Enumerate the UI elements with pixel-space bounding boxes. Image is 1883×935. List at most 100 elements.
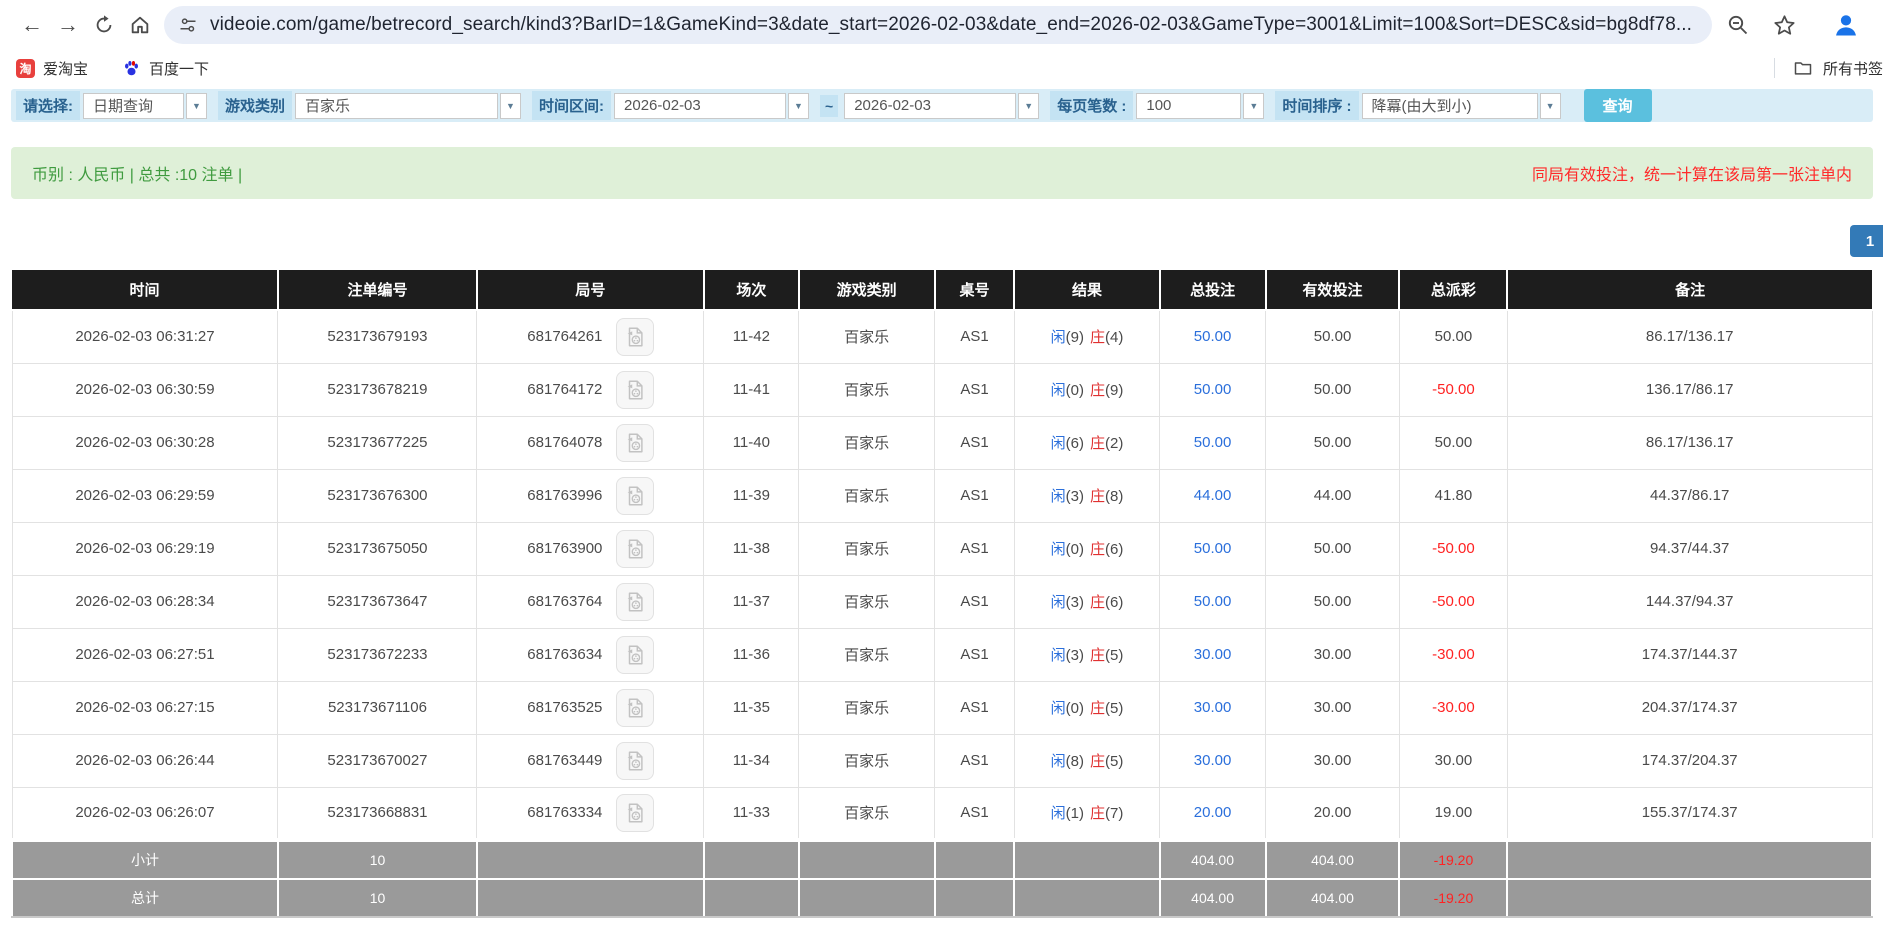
cell-game-type: 百家乐 — [799, 416, 935, 469]
date-start-dropdown-arrow[interactable]: ▼ — [788, 93, 809, 119]
bookmark-label: 爱淘宝 — [43, 58, 88, 79]
forward-icon[interactable]: → — [50, 7, 86, 43]
reload-icon[interactable] — [86, 7, 122, 43]
result-player-score: (0) — [1066, 382, 1084, 399]
cell-table-no: AS1 — [935, 416, 1015, 469]
video-record-button[interactable] — [616, 583, 654, 621]
video-record-button[interactable] — [616, 636, 654, 674]
bookmark-star-icon[interactable] — [1772, 13, 1797, 38]
result-banker-score: (8) — [1105, 488, 1123, 505]
cell-bet-id: 523173670027 — [278, 734, 477, 787]
total-bet-link[interactable]: 50.00 — [1194, 328, 1232, 345]
cell-result: 闲(0)庄(6) — [1014, 522, 1159, 575]
total-bet-link[interactable]: 50.00 — [1194, 593, 1232, 610]
total-bet-link[interactable]: 20.00 — [1194, 804, 1232, 821]
select-mode-field[interactable]: 日期查询 — [83, 93, 184, 119]
result-banker: 庄 — [1090, 700, 1105, 717]
video-record-button[interactable] — [616, 424, 654, 462]
video-record-button[interactable] — [616, 742, 654, 780]
cell-session: 11-36 — [704, 628, 799, 681]
table-row: 2026-02-03 06:26:07 523173668831 6817633… — [12, 787, 1872, 840]
video-record-button[interactable] — [616, 530, 654, 568]
result-banker-score: (6) — [1105, 594, 1123, 611]
cell-table-no: AS1 — [935, 363, 1015, 416]
total-bet-link[interactable]: 50.00 — [1194, 381, 1232, 398]
total-bet-link[interactable]: 44.00 — [1194, 487, 1232, 504]
cell-round-id: 681763525 — [477, 681, 704, 734]
result-player: 闲 — [1051, 594, 1066, 611]
video-record-button[interactable] — [616, 477, 654, 515]
total-bet-link[interactable]: 50.00 — [1194, 434, 1232, 451]
table-row: 2026-02-03 06:31:27 523173679193 6817642… — [12, 310, 1872, 363]
cell-game-type: 百家乐 — [799, 363, 935, 416]
video-record-button[interactable] — [616, 689, 654, 727]
cell-session: 11-33 — [704, 787, 799, 840]
header-total-bet: 总投注 — [1160, 270, 1266, 310]
cell-total-bet: 50.00 — [1160, 416, 1266, 469]
total-bet-link[interactable]: 30.00 — [1194, 752, 1232, 769]
bookmark-baidu[interactable]: 百度一下 — [122, 58, 209, 79]
profile-avatar[interactable] — [1831, 10, 1861, 40]
cell-remark: 94.37/44.37 — [1507, 522, 1872, 575]
sort-field[interactable]: 降冪(由大到小) — [1362, 93, 1538, 119]
cell-session: 11-42 — [704, 310, 799, 363]
total-bet-link[interactable]: 50.00 — [1194, 540, 1232, 557]
total-bet-link[interactable]: 30.00 — [1194, 699, 1232, 716]
game-type-dropdown-arrow[interactable]: ▼ — [500, 93, 521, 119]
cell-table-no: AS1 — [935, 575, 1015, 628]
zoom-icon[interactable] — [1726, 13, 1750, 37]
page-1-button[interactable]: 1 — [1850, 225, 1883, 257]
video-record-button[interactable] — [616, 318, 654, 356]
cell-bet-id: 523173668831 — [278, 787, 477, 840]
cell-time: 2026-02-03 06:27:15 — [12, 681, 278, 734]
folder-icon — [1793, 58, 1813, 78]
cell-time: 2026-02-03 06:26:07 — [12, 787, 278, 840]
page-size-dropdown-arrow[interactable]: ▼ — [1243, 93, 1264, 119]
round-id-text: 681764078 — [527, 433, 602, 450]
summary-remark — [1507, 879, 1872, 917]
game-type-field[interactable]: 百家乐 — [295, 93, 498, 119]
result-banker: 庄 — [1090, 805, 1105, 822]
address-bar[interactable]: videoie.com/game/betrecord_search/kind3?… — [164, 6, 1712, 44]
cell-round-id: 681763900 — [477, 522, 704, 575]
site-info-icon[interactable] — [178, 15, 198, 35]
sort-dropdown-arrow[interactable]: ▼ — [1540, 93, 1561, 119]
table-row: 2026-02-03 06:30:28 523173677225 6817640… — [12, 416, 1872, 469]
video-record-button[interactable] — [616, 371, 654, 409]
video-record-button[interactable] — [616, 794, 654, 832]
result-player-score: (3) — [1066, 647, 1084, 664]
bookmark-taobao[interactable]: 淘 爱淘宝 — [16, 58, 88, 79]
header-result: 结果 — [1014, 270, 1159, 310]
search-button[interactable]: 查询 — [1584, 89, 1652, 122]
summary-valid-bet: 404.00 — [1266, 879, 1400, 917]
summary-label: 小计 — [12, 840, 278, 879]
home-icon[interactable] — [122, 7, 158, 43]
cell-game-type: 百家乐 — [799, 734, 935, 787]
summary-remark — [1507, 840, 1872, 879]
result-banker-score: (4) — [1105, 329, 1123, 346]
cell-total-bet: 30.00 — [1160, 628, 1266, 681]
date-separator: ~ — [820, 95, 838, 117]
result-player-score: (0) — [1066, 541, 1084, 558]
summary-count: 10 — [278, 840, 477, 879]
cell-result: 闲(6)庄(2) — [1014, 416, 1159, 469]
cell-session: 11-37 — [704, 575, 799, 628]
select-mode-dropdown-arrow[interactable]: ▼ — [186, 93, 207, 119]
summary-total-bet: 404.00 — [1160, 879, 1266, 917]
all-bookmarks[interactable]: 所有书签 — [1774, 58, 1883, 79]
cell-remark: 136.17/86.17 — [1507, 363, 1872, 416]
cell-bet-id: 523173673647 — [278, 575, 477, 628]
cell-table-no: AS1 — [935, 310, 1015, 363]
cell-payout: -50.00 — [1399, 575, 1507, 628]
date-start-field[interactable]: 2026-02-03 — [614, 93, 786, 119]
total-bet-link[interactable]: 30.00 — [1194, 646, 1232, 663]
cell-valid-bet: 30.00 — [1266, 734, 1400, 787]
page-size-field[interactable]: 100 — [1136, 93, 1241, 119]
date-end-field[interactable]: 2026-02-03 — [844, 93, 1016, 119]
toolbar-right — [1712, 10, 1871, 40]
date-end-dropdown-arrow[interactable]: ▼ — [1018, 93, 1039, 119]
back-icon[interactable]: ← — [14, 7, 50, 43]
header-game-type: 游戏类别 — [799, 270, 935, 310]
summary-valid-bet: 404.00 — [1266, 840, 1400, 879]
summary-bar: 币别 : 人民币 | 总共 :10 注单 | 同局有效投注，统一计算在该局第一张… — [11, 147, 1873, 199]
